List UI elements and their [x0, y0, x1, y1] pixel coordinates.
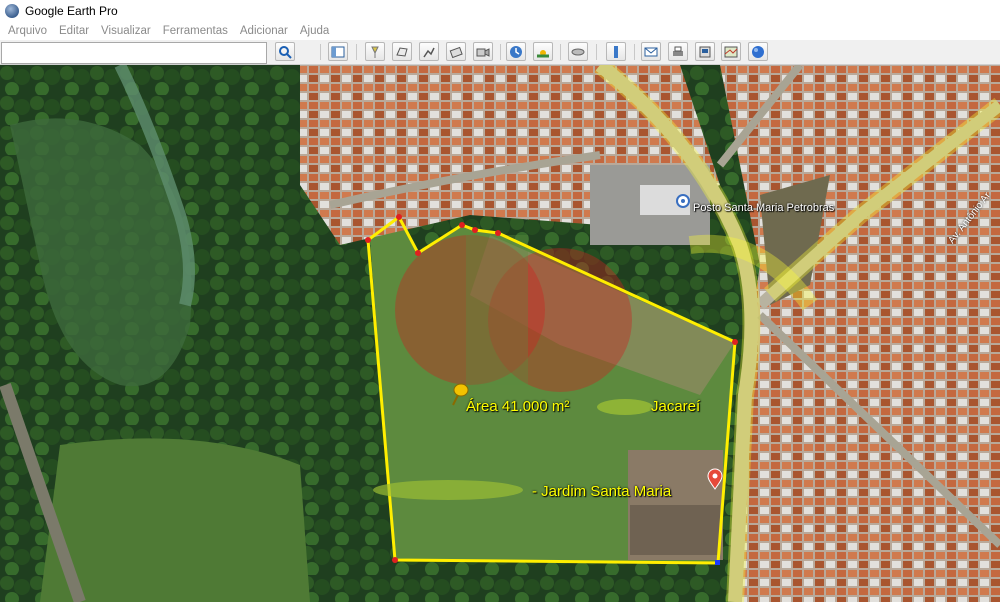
- toolbar-separator: [634, 44, 635, 60]
- map-marker-icon[interactable]: [707, 468, 723, 490]
- earth-globe-icon: [752, 45, 764, 58]
- area-city-label: Jacareí: [651, 398, 701, 415]
- add-polygon-button[interactable]: [392, 42, 412, 61]
- record-tour-button[interactable]: [473, 42, 493, 61]
- map-view[interactable]: Área 41.000 m² Jacareí - Jardim Santa Ma…: [0, 65, 1000, 602]
- sidebar-toggle-button[interactable]: [328, 42, 348, 61]
- search-button[interactable]: [275, 42, 295, 61]
- ruler-button[interactable]: [606, 42, 626, 61]
- google-earth-icon: [5, 4, 19, 18]
- menu-adicionar[interactable]: Adicionar: [240, 25, 288, 37]
- view-in-maps-button[interactable]: [721, 42, 741, 61]
- sunlight-button[interactable]: [533, 42, 553, 61]
- print-button[interactable]: [668, 42, 688, 61]
- print-icon: [673, 46, 683, 56]
- save-image-button[interactable]: [695, 42, 715, 61]
- neighborhood-label[interactable]: - Jardim Santa Maria: [532, 483, 671, 500]
- search-icon: [279, 45, 292, 59]
- planets-icon: [571, 48, 585, 55]
- toolbar-separator: [356, 44, 357, 60]
- record-tour-icon: [476, 47, 490, 57]
- planets-button[interactable]: [568, 42, 588, 61]
- add-image-overlay-icon: [449, 46, 463, 58]
- search-input[interactable]: [1, 42, 267, 64]
- email-button[interactable]: [641, 42, 661, 61]
- toolbar-separator: [320, 44, 321, 60]
- historical-imagery-icon: [510, 45, 522, 58]
- toolbar-separator: [596, 44, 597, 60]
- menu-arquivo[interactable]: Arquivo: [8, 25, 47, 37]
- email-icon: [644, 47, 658, 56]
- view-in-maps-icon: [724, 46, 738, 57]
- sidebar-toggle-icon: [331, 46, 345, 57]
- sunlight-icon: [537, 49, 549, 57]
- menu-editar[interactable]: Editar: [59, 25, 89, 37]
- earth-globe-button[interactable]: [748, 42, 768, 61]
- historical-imagery-button[interactable]: [506, 42, 526, 61]
- poi-pin-icon[interactable]: [676, 194, 690, 208]
- poi-label[interactable]: Posto Santa Maria Petrobras: [693, 202, 834, 214]
- title-bar: Google Earth Pro: [0, 0, 1000, 22]
- satellite-imagery: [0, 65, 1000, 602]
- save-image-icon: [699, 46, 711, 57]
- toolbar-separator: [500, 44, 501, 60]
- window-title: Google Earth Pro: [25, 4, 118, 18]
- menu-bar: Arquivo Editar Visualizar Ferramentas Ad…: [0, 22, 1000, 40]
- add-placemark-button[interactable]: [365, 42, 385, 61]
- toolbar: [0, 40, 1000, 65]
- toolbar-separator: [560, 44, 561, 60]
- menu-ajuda[interactable]: Ajuda: [300, 25, 329, 37]
- menu-visualizar[interactable]: Visualizar: [101, 25, 151, 37]
- ruler-icon: [614, 45, 618, 58]
- area-label[interactable]: Área 41.000 m²: [466, 398, 569, 415]
- add-image-overlay-button[interactable]: [446, 42, 466, 61]
- add-polygon-icon: [396, 46, 408, 57]
- menu-ferramentas[interactable]: Ferramentas: [163, 25, 228, 37]
- add-path-icon: [423, 47, 435, 57]
- add-placemark-icon: [371, 46, 379, 58]
- add-path-button[interactable]: [419, 42, 439, 61]
